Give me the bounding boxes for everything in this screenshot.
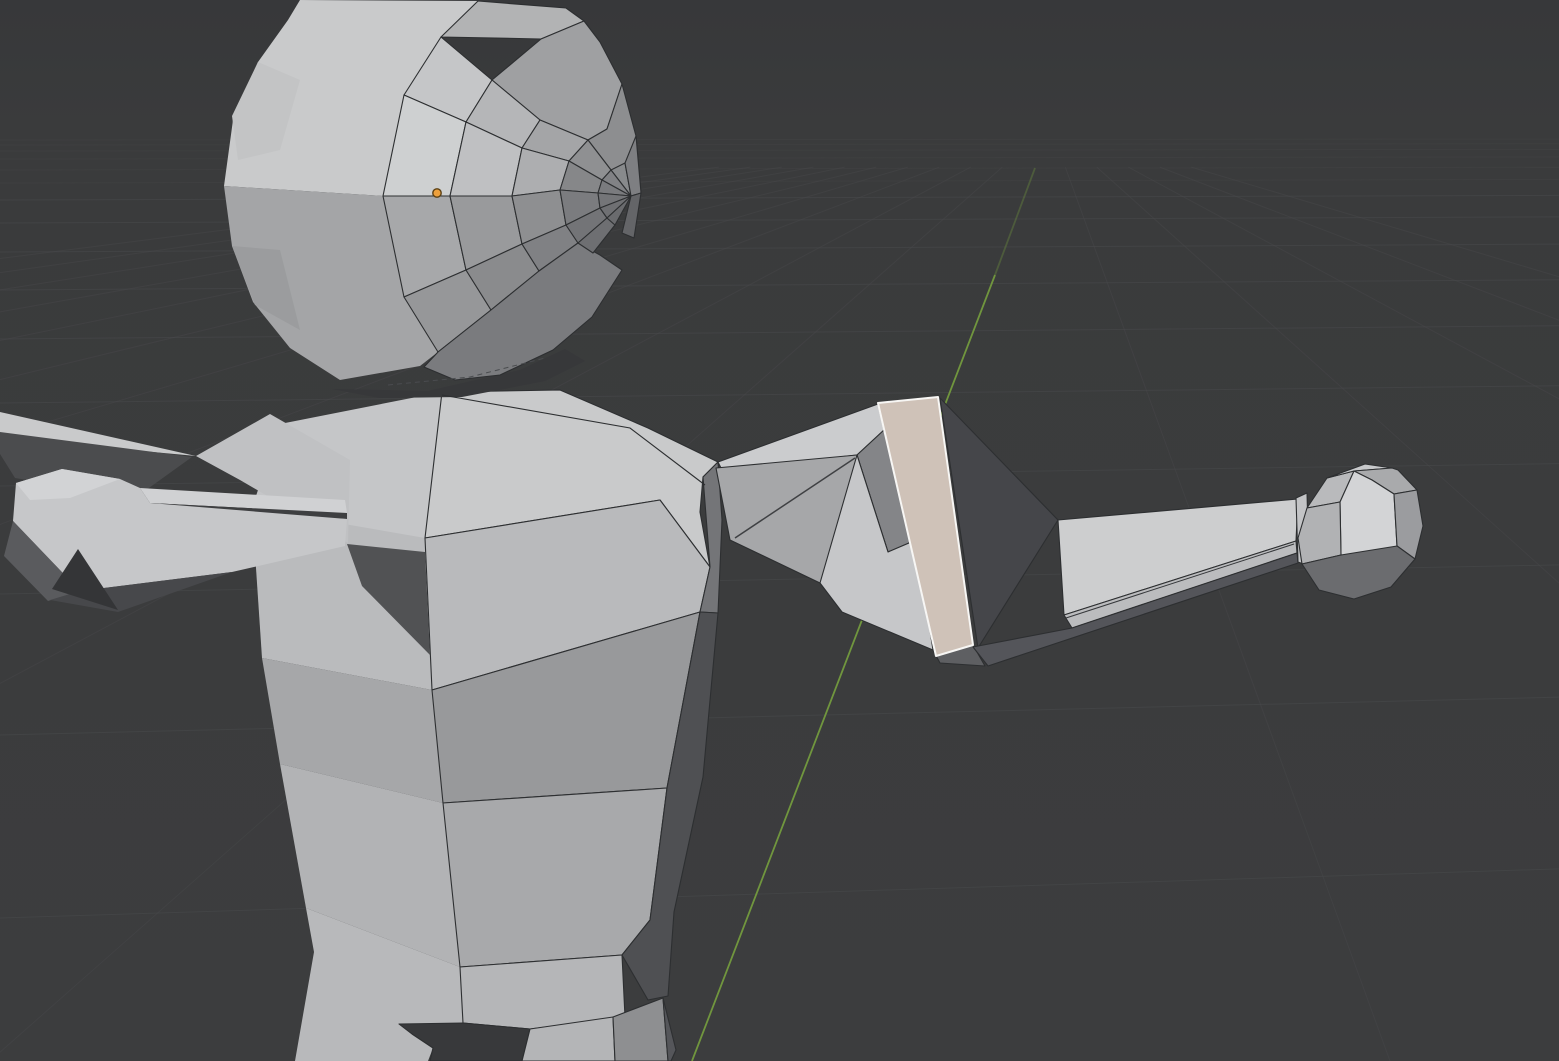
object-origin-dot[interactable]	[433, 189, 441, 197]
blender-3d-viewport[interactable]	[0, 0, 1559, 1061]
viewport-canvas[interactable]	[0, 0, 1559, 1061]
origin-dot[interactable]	[433, 189, 441, 197]
torso-row-4[interactable]	[460, 955, 625, 1029]
